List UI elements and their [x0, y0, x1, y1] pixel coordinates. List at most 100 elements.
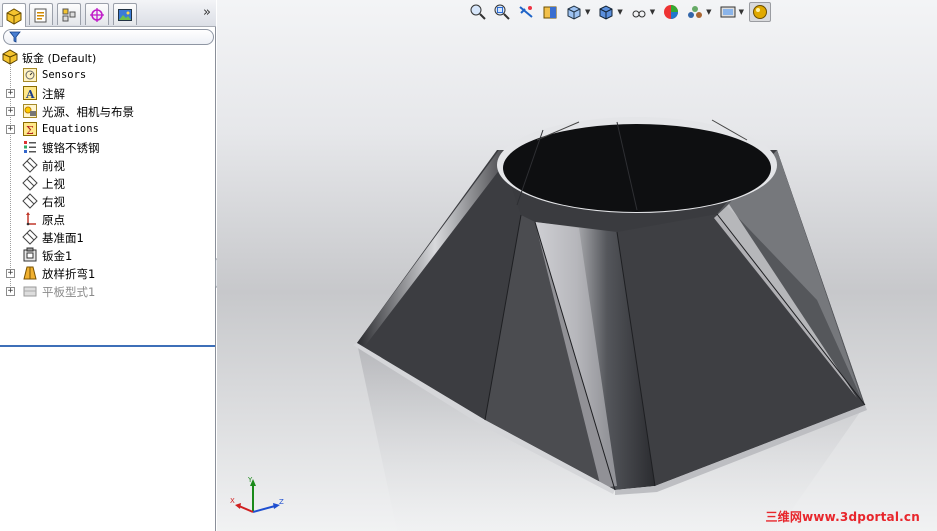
realview-icon — [752, 5, 767, 19]
triad-y-label: Y — [247, 476, 253, 484]
tree-root-label: 钣金 (Default) — [22, 52, 97, 65]
view-orientation-button[interactable] — [563, 2, 585, 22]
svg-text:A: A — [25, 88, 35, 101]
expand-toggle[interactable]: + — [6, 107, 15, 116]
plane-icon — [22, 193, 38, 209]
tree-item-right-plane[interactable]: 右视 — [0, 192, 215, 210]
expand-toggle[interactable]: + — [6, 89, 15, 98]
expand-toggle[interactable]: + — [6, 269, 15, 278]
hide-show-items-icon — [632, 10, 646, 18]
rollback-bar[interactable] — [0, 345, 215, 347]
display-style-button[interactable] — [595, 2, 617, 22]
expand-toggle[interactable]: + — [6, 287, 15, 296]
expand-panel-chevron[interactable]: » — [203, 5, 211, 20]
tree-item-label: 原点 — [42, 213, 65, 227]
lofted-bend-icon — [23, 266, 37, 280]
tree-item-lights-cameras[interactable]: + 光源、相机与布景 — [0, 102, 215, 120]
previous-view-icon — [519, 6, 533, 18]
zoom-to-fit-button[interactable] — [467, 2, 489, 22]
sensors-icon — [23, 68, 37, 82]
chevron-down-icon[interactable]: ▼ — [706, 8, 711, 16]
tree-item-top-plane[interactable]: 上视 — [0, 174, 215, 192]
display-manager-tab[interactable] — [113, 3, 137, 25]
tree-item-label: 平板型式1 — [42, 285, 96, 299]
section-view-button[interactable] — [539, 2, 561, 22]
tree-item-flat-pattern1[interactable]: + 平板型式1 — [0, 282, 215, 300]
tree-item-label: Equations — [42, 123, 99, 135]
flat-pattern-icon — [23, 286, 37, 297]
tree-root[interactable]: 钣金 (Default) — [0, 48, 215, 66]
zoom-to-fit-icon — [470, 4, 486, 20]
apply-scene-icon — [688, 6, 703, 18]
chevron-down-icon[interactable]: ▼ — [650, 8, 655, 16]
previous-view-button[interactable] — [515, 2, 537, 22]
tree-item-material[interactable]: 镀铬不锈钢 — [0, 138, 215, 156]
view-settings-icon — [720, 6, 736, 18]
manager-tab-strip: » — [0, 0, 216, 27]
zoom-to-area-button[interactable] — [491, 2, 513, 22]
tree-item-label: 右视 — [42, 195, 65, 209]
reference-triad: Y Z X — [230, 476, 284, 513]
tree-item-front-plane[interactable]: 前视 — [0, 156, 215, 174]
chevron-down-icon[interactable]: ▼ — [585, 8, 590, 16]
property-manager-icon — [34, 8, 47, 22]
chevron-down-icon[interactable]: ▼ — [617, 8, 622, 16]
equations-icon: Σ — [23, 122, 37, 137]
hide-show-items-button[interactable] — [628, 2, 650, 22]
dimxpert-icon — [90, 7, 104, 22]
annotations-icon: A — [23, 86, 37, 101]
chevron-down-icon[interactable]: ▼ — [739, 8, 744, 16]
dimxpert-manager-tab[interactable] — [85, 3, 109, 25]
watermark-text: 三维网www.3dportal.cn — [765, 510, 920, 524]
plane-icon — [22, 157, 38, 173]
tree-item-label: 钣金1 — [42, 249, 73, 263]
expand-toggle[interactable]: + — [6, 125, 15, 134]
edit-appearance-button[interactable] — [660, 2, 682, 22]
filter-icon — [9, 31, 21, 43]
graphics-area[interactable]: ▼ ▼ ▼ ▼ ▼ Y Z X 三维网www.3dportal.cn — [217, 0, 937, 531]
configuration-manager-tab[interactable] — [57, 3, 81, 25]
display-manager-icon — [118, 8, 132, 21]
feature-tree-icon — [6, 7, 22, 25]
plane-icon — [22, 175, 38, 191]
view-orientation-icon — [567, 5, 581, 20]
tree-item-plane1[interactable]: 基准面1 — [0, 228, 215, 246]
triad-z-label: Z — [279, 498, 284, 506]
tree-item-lofted-bend1[interactable]: + 放样折弯1 — [0, 264, 215, 282]
display-style-icon — [599, 5, 613, 20]
svg-text:Σ: Σ — [26, 124, 34, 137]
edit-appearance-icon — [664, 5, 679, 19]
tree-item-equations[interactable]: + Σ Equations — [0, 120, 215, 138]
apply-scene-button[interactable] — [684, 2, 706, 22]
sheet-metal-transition-model[interactable] — [217, 0, 937, 531]
tree-item-annotations[interactable]: + A 注解 — [0, 84, 215, 102]
lights-cameras-icon — [23, 104, 37, 118]
plane-icon — [22, 229, 38, 245]
sheet-metal-icon — [23, 247, 37, 262]
realview-button[interactable] — [748, 2, 771, 22]
tree-item-label: 放样折弯1 — [42, 267, 96, 281]
feature-filter-input[interactable] — [3, 29, 214, 45]
feature-manager-panel: » 钣金 (Default) Sensors + A 注解 + 光源、相机与布景… — [0, 0, 225, 531]
material-icon — [24, 141, 36, 153]
tree-item-origin[interactable]: 原点 — [0, 210, 215, 228]
zoom-to-area-icon — [494, 4, 510, 20]
tree-item-label: 光源、相机与布景 — [42, 105, 134, 119]
tree-item-label: Sensors — [42, 69, 87, 81]
section-view-icon — [543, 6, 557, 19]
tree-item-sheet-metal1[interactable]: 钣金1 — [0, 246, 215, 264]
tree-item-sensors[interactable]: Sensors — [0, 66, 215, 84]
tree-item-label: 基准面1 — [42, 231, 84, 245]
tree-item-label: 注解 — [42, 87, 65, 101]
view-settings-button[interactable] — [717, 2, 739, 22]
tree-item-label: 前视 — [42, 159, 65, 173]
tree-item-label: 镀铬不锈钢 — [42, 141, 100, 155]
part-icon — [2, 49, 18, 65]
configuration-manager-icon — [62, 8, 76, 21]
tree-item-label: 上视 — [42, 177, 65, 191]
triad-x-label: X — [230, 497, 235, 505]
property-manager-tab[interactable] — [29, 3, 53, 25]
origin-icon — [26, 212, 36, 226]
feature-manager-tab[interactable] — [2, 3, 26, 27]
heads-up-view-toolbar: ▼ ▼ ▼ ▼ ▼ — [467, 1, 771, 23]
